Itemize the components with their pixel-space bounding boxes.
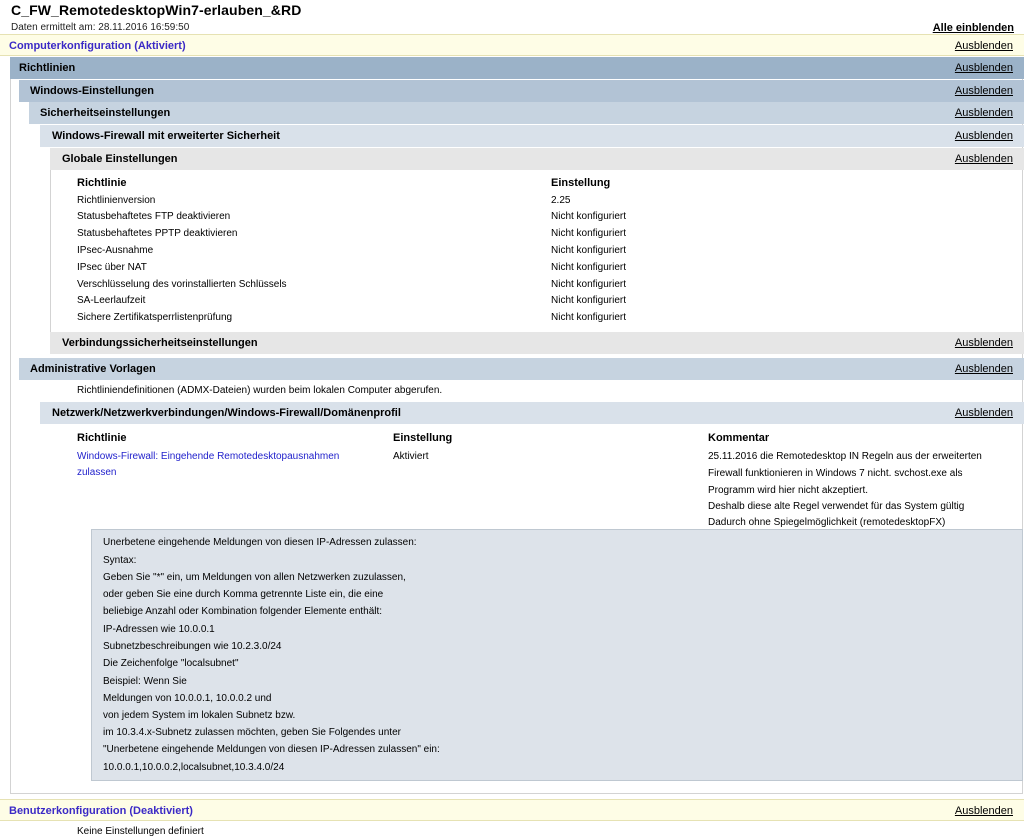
column-header-setting: Einstellung bbox=[393, 432, 453, 444]
hide-link[interactable]: Ausblenden bbox=[955, 332, 1013, 354]
detail-line: Unerbetene eingehende Meldungen von dies… bbox=[103, 537, 417, 548]
detail-line: "Unerbetene eingehende Meldungen von die… bbox=[103, 744, 440, 755]
setting-cell: Nicht konfiguriert bbox=[551, 211, 627, 222]
policy-cell: SA-Leerlaufzeit bbox=[77, 295, 146, 306]
detail-line: Beispiel: Wenn Sie bbox=[103, 676, 187, 687]
hide-link[interactable]: Ausblenden bbox=[955, 125, 1013, 147]
comment-line: Deshalb diese alte Regel verwendet für d… bbox=[708, 501, 965, 512]
detail-line: 10.0.0.1,10.0.0.2,localsubnet,10.3.4.0/2… bbox=[103, 762, 285, 773]
section-firewall-advanced: Windows-Firewall mit erweiterter Sicherh… bbox=[40, 125, 1024, 147]
section-label: Administrative Vorlagen bbox=[30, 363, 156, 375]
policy-cell: IPsec-Ausnahme bbox=[77, 245, 154, 256]
indent-guide bbox=[10, 57, 11, 793]
hide-link[interactable]: Ausblenden bbox=[955, 402, 1013, 424]
setting-cell: Aktiviert bbox=[393, 451, 429, 462]
hide-link[interactable]: Ausblenden bbox=[955, 80, 1013, 102]
column-header-setting: Einstellung bbox=[551, 177, 611, 189]
section-user-config: Benutzerkonfiguration (Deaktiviert) Ausb… bbox=[0, 799, 1024, 821]
setting-cell: Nicht konfiguriert bbox=[551, 279, 627, 290]
setting-cell: 2.25 bbox=[551, 195, 571, 206]
section-label: Globale Einstellungen bbox=[62, 153, 178, 165]
column-header-policy: Richtlinie bbox=[77, 177, 127, 189]
section-label: Windows-Firewall mit erweiterter Sicherh… bbox=[52, 130, 280, 142]
detail-line: Subnetzbeschreibungen wie 10.2.3.0/24 bbox=[103, 641, 282, 652]
admx-note: Richtliniendefinitionen (ADMX-Dateien) w… bbox=[77, 385, 443, 396]
policy-cell: Sichere Zertifikatsperrlistenprüfung bbox=[77, 312, 233, 323]
policy-cell: Statusbehaftetes FTP deaktivieren bbox=[77, 211, 231, 222]
comment-line: 25.11.2016 die Remotedesktop IN Regeln a… bbox=[708, 451, 982, 462]
setting-cell: Nicht konfiguriert bbox=[551, 295, 627, 306]
detail-line: Meldungen von 10.0.0.1, 10.0.0.2 und bbox=[103, 693, 272, 704]
policy-cell: Richtlinienversion bbox=[77, 195, 156, 206]
policy-cell: IPsec über NAT bbox=[77, 262, 147, 273]
show-all-link[interactable]: Alle einblenden bbox=[933, 22, 1014, 34]
detail-line: von jedem System im lokalen Subnetz bzw. bbox=[103, 710, 296, 721]
report-title: C_FW_RemotedesktopWin7-erlauben_&RD bbox=[11, 2, 302, 18]
hide-link[interactable]: Ausblenden bbox=[955, 358, 1013, 380]
section-windows-settings: Windows-Einstellungen Ausblenden bbox=[19, 80, 1024, 102]
column-header-comment: Kommentar bbox=[708, 432, 770, 444]
policy-link-continued[interactable]: zulassen bbox=[77, 467, 116, 478]
detail-line: beliebige Anzahl oder Kombination folgen… bbox=[103, 606, 383, 617]
section-divider bbox=[10, 793, 1023, 794]
comment-line: Firewall funktionieren in Windows 7 nich… bbox=[708, 468, 963, 479]
hide-link[interactable]: Ausblenden bbox=[955, 102, 1013, 124]
detail-line: Die Zeichenfolge "localsubnet" bbox=[103, 658, 239, 669]
setting-cell: Nicht konfiguriert bbox=[551, 312, 627, 323]
policy-cell: Statusbehaftetes PPTP deaktivieren bbox=[77, 228, 238, 239]
section-label: Verbindungssicherheitseinstellungen bbox=[62, 337, 258, 349]
detail-line: Syntax: bbox=[103, 555, 137, 566]
setting-cell: Nicht konfiguriert bbox=[551, 245, 627, 256]
section-connection-security: Verbindungssicherheitseinstellungen Ausb… bbox=[50, 332, 1024, 354]
detail-line: IP-Adressen wie 10.0.0.1 bbox=[103, 624, 215, 635]
hide-link[interactable]: Ausblenden bbox=[955, 35, 1013, 57]
policy-detail-panel: Unerbetene eingehende Meldungen von dies… bbox=[91, 529, 1023, 781]
detail-line: oder geben Sie eine durch Komma getrennt… bbox=[103, 589, 384, 600]
section-security-settings: Sicherheitseinstellungen Ausblenden bbox=[29, 102, 1024, 124]
section-label: Sicherheitseinstellungen bbox=[40, 107, 171, 119]
report-timestamp: Daten ermittelt am: 28.11.2016 16:59:50 bbox=[11, 22, 190, 33]
section-richtlinien: Richtlinien Ausblenden bbox=[10, 57, 1024, 79]
hide-link[interactable]: Ausblenden bbox=[955, 148, 1013, 170]
section-admin-templates: Administrative Vorlagen Ausblenden bbox=[19, 358, 1024, 380]
section-label: Benutzerkonfiguration (Deaktiviert) bbox=[9, 805, 193, 817]
comment-line: Dadurch ohne Spiegelmöglichkeit (remoted… bbox=[708, 517, 946, 528]
section-label: Computerkonfiguration (Aktiviert) bbox=[9, 40, 186, 52]
hide-link[interactable]: Ausblenden bbox=[955, 800, 1013, 822]
comment-line: Programm wird hier nicht akzeptiert. bbox=[708, 485, 869, 496]
column-header-policy: Richtlinie bbox=[77, 432, 127, 444]
section-computer-config: Computerkonfiguration (Aktiviert) Ausble… bbox=[0, 34, 1024, 56]
section-label: Netzwerk/Netzwerkverbindungen/Windows-Fi… bbox=[52, 407, 401, 419]
detail-line: Geben Sie "*" ein, um Meldungen von alle… bbox=[103, 572, 406, 583]
setting-cell: Nicht konfiguriert bbox=[551, 228, 627, 239]
section-domain-profile: Netzwerk/Netzwerkverbindungen/Windows-Fi… bbox=[40, 402, 1024, 424]
setting-cell: Nicht konfiguriert bbox=[551, 262, 627, 273]
no-settings-note: Keine Einstellungen definiert bbox=[77, 826, 204, 837]
section-label: Windows-Einstellungen bbox=[30, 85, 154, 97]
section-global-settings: Globale Einstellungen Ausblenden bbox=[50, 148, 1024, 170]
policy-cell: Verschlüsselung des vorinstallierten Sch… bbox=[77, 279, 287, 290]
indent-guide bbox=[50, 170, 51, 354]
detail-line: im 10.3.4.x-Subnetz zulassen möchten, ge… bbox=[103, 727, 401, 738]
hide-link[interactable]: Ausblenden bbox=[955, 57, 1013, 79]
section-label: Richtlinien bbox=[19, 62, 76, 74]
policy-link[interactable]: Windows-Firewall: Eingehende Remotedeskt… bbox=[77, 451, 339, 462]
